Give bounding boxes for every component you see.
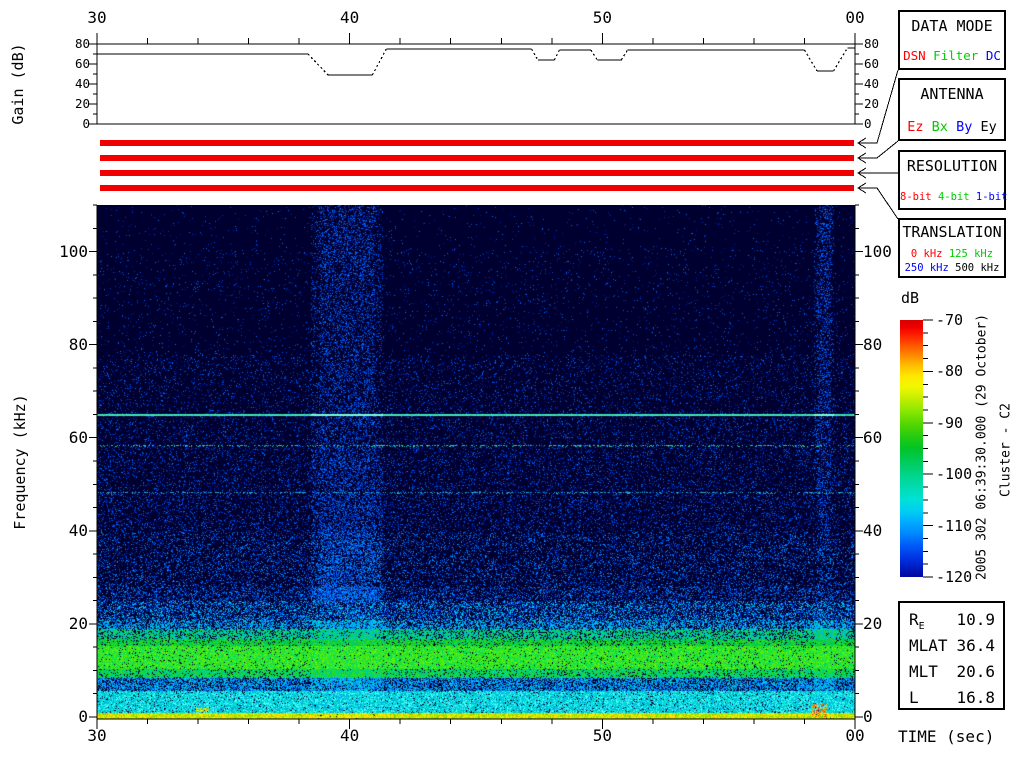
- gain-ytick-label-left: 0: [46, 116, 90, 131]
- freq-tick-label-right: 60: [863, 428, 882, 447]
- ephemeris-panel: RE 10.9 MLAT 36.4 MLT 20.6 L 16.8: [898, 601, 1005, 710]
- panel-antenna: ANTENNA Ez Bx By Ey: [898, 78, 1006, 141]
- ephemeris-row: MLT 20.6: [909, 662, 995, 686]
- quality-bar: [100, 140, 854, 146]
- gain-ytick-label-left: 60: [46, 56, 90, 71]
- ephemeris-row: L 16.8: [909, 688, 995, 712]
- panel-item: 250 kHz: [905, 262, 949, 274]
- freq-tick-label-right: 80: [863, 335, 882, 354]
- gain-axis-label: Gain (dB): [9, 43, 27, 124]
- datetime-vertical-label: 2005 302 06:39:30.000 (29 October): [975, 314, 990, 580]
- panel-item: 125 kHz: [949, 248, 993, 260]
- frequency-axis-label: Frequency (kHz): [11, 394, 29, 529]
- panel-translation-items-line2: 250 kHz 500 kHz: [900, 261, 1004, 275]
- gain-ytick-label-right: 60: [864, 56, 879, 71]
- gain-curve-segment: [621, 50, 627, 60]
- panel-item: 8-bit: [900, 191, 932, 203]
- panel-item: Ez: [907, 119, 923, 135]
- colorbar-tick-label: -70: [936, 311, 963, 329]
- panel-item: 500 kHz: [955, 262, 999, 274]
- panel-translation: TRANSLATION 0 kHz 125 kHz 250 kHz 500 kH…: [898, 218, 1006, 278]
- gain-ytick-label-left: 20: [46, 96, 90, 111]
- spacecraft-vertical-label: Cluster - C2: [999, 403, 1014, 497]
- ephemeris-label: MLAT: [909, 636, 948, 655]
- freq-tick-label-right: 100: [863, 242, 892, 261]
- callout-line: [858, 141, 898, 158]
- colorbar-tick-label: -110: [936, 517, 972, 535]
- gain-ytick-label-right: 20: [864, 96, 879, 111]
- ephemeris-label: RE: [909, 610, 925, 629]
- gain-curve-segment: [532, 49, 538, 60]
- gain-curve-segment: [834, 48, 848, 71]
- panel-item: DSN: [903, 48, 926, 63]
- panel-item: Filter: [933, 48, 978, 63]
- colorbar: [900, 320, 923, 577]
- colorbar-tick-label: -100: [936, 465, 972, 483]
- time-tick-label-top: 40: [330, 8, 370, 27]
- freq-tick-label-left: 20: [32, 614, 88, 633]
- panel-antenna-items: Ez Bx By Ey: [900, 119, 1004, 135]
- freq-tick-label-left: 0: [32, 707, 88, 726]
- quality-bar: [100, 155, 854, 161]
- ephemeris-value: 36.4: [956, 636, 995, 655]
- ephemeris-row: MLAT 36.4: [909, 636, 995, 660]
- time-axis-label: TIME (sec): [898, 727, 994, 746]
- colorbar-tick-label: -90: [936, 414, 963, 432]
- gain-curve-segment: [308, 54, 328, 75]
- gain-curve-segment: [591, 50, 597, 60]
- gain-curve-segment: [804, 50, 817, 71]
- panel-item: Bx: [932, 119, 948, 135]
- panel-resolution-items: 8-bit 4-bit 1-bit: [900, 190, 1004, 204]
- panel-translation-items-line1: 0 kHz 125 kHz: [900, 247, 1004, 261]
- freq-tick-label-right: 20: [863, 614, 882, 633]
- callout-line: [858, 188, 898, 219]
- panel-item: 4-bit: [938, 191, 970, 203]
- freq-tick-label-left: 60: [32, 428, 88, 447]
- gain-ytick-label-left: 80: [46, 36, 90, 51]
- panel-item: 0 kHz: [911, 248, 943, 260]
- time-tick-label-bottom: 30: [77, 726, 117, 745]
- freq-tick-label-right: 40: [863, 521, 882, 540]
- quality-bar: [100, 170, 854, 176]
- gain-plot-frame: [97, 44, 855, 124]
- time-tick-label-bottom: 40: [330, 726, 370, 745]
- freq-tick-label-left: 100: [32, 242, 88, 261]
- ephemeris-label: MLT: [909, 662, 938, 681]
- gain-ytick-label-right: 80: [864, 36, 879, 51]
- gain-curve-segment: [554, 50, 559, 60]
- panel-item: By: [956, 119, 972, 135]
- ephemeris-value: 16.8: [956, 688, 995, 707]
- panel-data-mode: DATA MODE DSN Filter DC: [898, 10, 1006, 70]
- panel-translation-title: TRANSLATION: [900, 223, 1004, 241]
- ephemeris-label: L: [909, 688, 919, 707]
- ephemeris-row: RE 10.9: [909, 610, 995, 634]
- quality-bar: [100, 185, 854, 191]
- panel-resolution-title: RESOLUTION: [900, 157, 1004, 175]
- freq-tick-label-right: 0: [863, 707, 873, 726]
- time-tick-label-top: 00: [835, 8, 875, 27]
- time-tick-label-bottom: 50: [582, 726, 622, 745]
- panel-data-mode-title: DATA MODE: [900, 17, 1004, 35]
- panel-data-mode-items: DSN Filter DC: [900, 48, 1004, 63]
- time-tick-label-top: 50: [582, 8, 622, 27]
- colorbar-tick-label: -120: [936, 568, 972, 586]
- freq-tick-label-left: 40: [32, 521, 88, 540]
- wbd-display-screen: Gain (dB) Frequency (kHz) dB TIME (sec) …: [0, 0, 1024, 768]
- ephemeris-value: 10.9: [956, 610, 995, 629]
- ephemeris-value: 20.6: [956, 662, 995, 681]
- panel-item: DC: [986, 48, 1001, 63]
- colorbar-units-label: dB: [901, 289, 919, 307]
- panel-resolution: RESOLUTION 8-bit 4-bit 1-bit: [898, 150, 1006, 210]
- gain-ytick-label-right: 40: [864, 76, 879, 91]
- gain-ytick-label-left: 40: [46, 76, 90, 91]
- freq-tick-label-left: 80: [32, 335, 88, 354]
- time-tick-label-bottom: 00: [835, 726, 875, 745]
- colorbar-tick-label: -80: [936, 362, 963, 380]
- panel-item: 1-bit: [976, 191, 1008, 203]
- time-tick-label-top: 30: [77, 8, 117, 27]
- panel-antenna-title: ANTENNA: [900, 85, 1004, 103]
- gain-ytick-label-right: 0: [864, 116, 872, 131]
- gain-curve-segment: [372, 49, 386, 75]
- panel-item: Ey: [980, 119, 996, 135]
